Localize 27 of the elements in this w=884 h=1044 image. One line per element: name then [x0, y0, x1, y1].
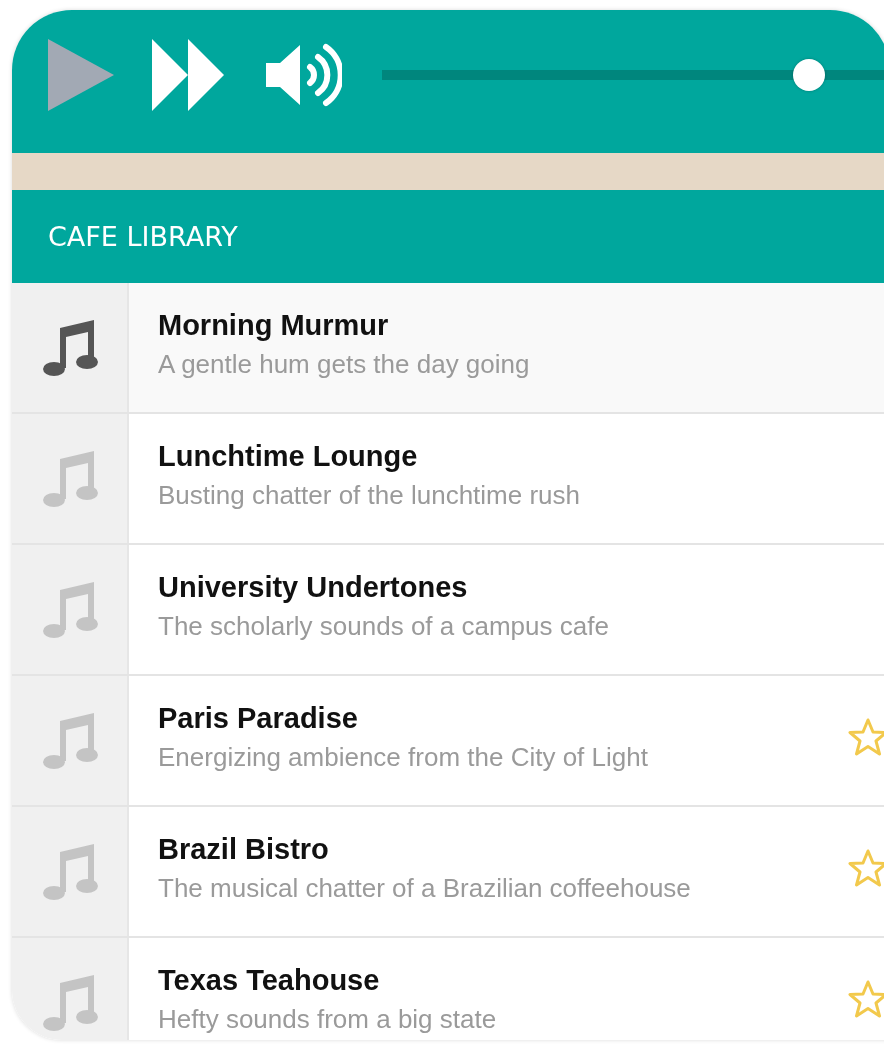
play-icon	[48, 38, 114, 111]
track-title: Paris Paradise	[158, 700, 359, 736]
slider-thumb[interactable]	[792, 58, 825, 91]
track-description: The scholarly sounds of a campus cafe	[158, 609, 610, 643]
track-title: Lunchtime Lounge	[158, 438, 419, 474]
volume-slider[interactable]	[382, 58, 884, 91]
track-description: Energizing ambience from the City of Light	[158, 740, 649, 774]
star-icon[interactable]	[848, 717, 884, 756]
track-row[interactable]: University Undertones The scholarly sounds of a campus cafe	[12, 545, 884, 676]
track-row[interactable]: Lunchtime Lounge Busting chatter of the lunchtime rush	[12, 414, 884, 545]
track-row[interactable]: Paris Paradise Energizing ambience from the City of Light	[12, 676, 884, 807]
track-description: Busting chatter of the lunchtime rush	[158, 478, 581, 512]
track-title: Texas Teahouse	[158, 962, 381, 998]
track-row[interactable]: Morning Murmur A gentle hum gets the day going	[12, 283, 884, 414]
fast-forward-icon	[152, 38, 224, 111]
track-description: Hefty sounds from a big state	[158, 1002, 498, 1036]
star-icon[interactable]	[848, 979, 884, 1018]
track-row[interactable]: Texas Teahouse Hefty sounds from a big state	[12, 938, 884, 1040]
track-description: A gentle hum gets the day going	[158, 347, 531, 381]
star-icon[interactable]	[848, 848, 884, 887]
fast-forward-button[interactable]	[152, 38, 224, 111]
track-description: The musical chatter of a Brazilian coffeehouse	[158, 871, 692, 905]
track-title: Morning Murmur	[158, 307, 390, 343]
track-row[interactable]: Brazil Bistro The musical chatter of a Brazilian coffeehouse	[12, 807, 884, 938]
track-title: Brazil Bistro	[158, 831, 330, 867]
library-title: CAFE LIBRARY	[48, 221, 238, 252]
track-title: University Undertones	[158, 569, 469, 605]
